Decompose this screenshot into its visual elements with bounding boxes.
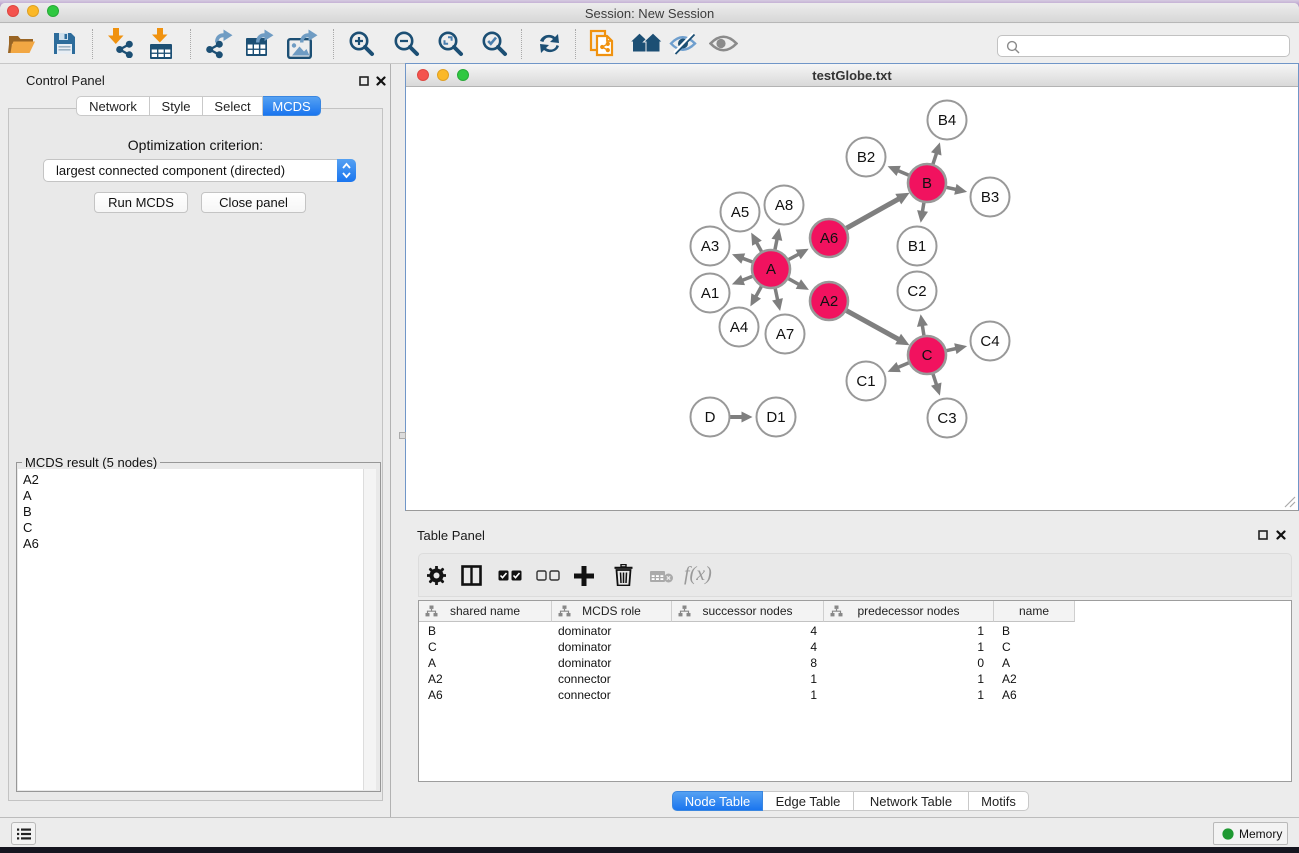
svg-text:D1: D1 bbox=[766, 409, 785, 426]
svg-text:A6: A6 bbox=[820, 230, 838, 247]
svg-text:A1: A1 bbox=[701, 285, 719, 302]
svg-text:A2: A2 bbox=[820, 293, 838, 310]
svg-text:A3: A3 bbox=[701, 238, 719, 255]
svg-text:B1: B1 bbox=[908, 238, 926, 255]
svg-text:A4: A4 bbox=[730, 319, 748, 336]
svg-text:A5: A5 bbox=[731, 204, 749, 221]
svg-text:C4: C4 bbox=[980, 333, 999, 350]
svg-text:C1: C1 bbox=[856, 373, 875, 390]
svg-text:C: C bbox=[922, 347, 933, 364]
svg-text:D: D bbox=[705, 409, 716, 426]
svg-text:A7: A7 bbox=[776, 326, 794, 343]
svg-text:C3: C3 bbox=[937, 410, 956, 427]
svg-text:B4: B4 bbox=[938, 112, 956, 129]
svg-text:B: B bbox=[922, 175, 932, 192]
svg-text:C2: C2 bbox=[907, 283, 926, 300]
svg-text:B3: B3 bbox=[981, 189, 999, 206]
svg-text:A: A bbox=[766, 261, 776, 278]
svg-text:B2: B2 bbox=[857, 149, 875, 166]
svg-text:A8: A8 bbox=[775, 197, 793, 214]
